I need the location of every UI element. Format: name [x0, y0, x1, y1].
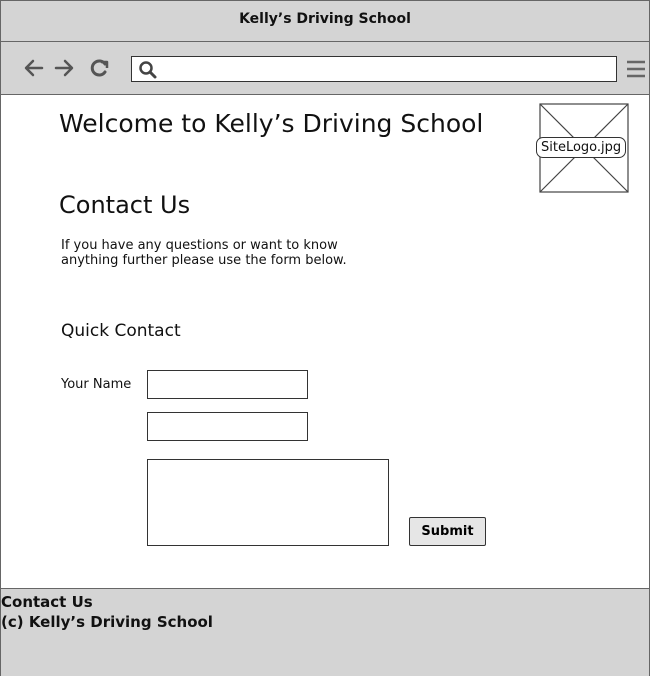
back-arrow-icon[interactable]: [23, 56, 45, 80]
page-content: Welcome to Kelly’s Driving School SiteLo…: [1, 95, 649, 587]
footer-copyright: (c) Kelly’s Driving School: [1, 613, 213, 631]
intro-line-2: anything further please use the form bel…: [61, 253, 347, 268]
browser-window: Kelly’s Driving School Welcome to Kelly’…: [0, 0, 650, 676]
contact-title: Contact Us: [59, 191, 191, 219]
page-footer: Contact Us (c) Kelly’s Driving School: [1, 588, 649, 676]
window-titlebar: Kelly’s Driving School: [1, 1, 649, 42]
submit-button[interactable]: Submit: [409, 517, 486, 546]
quick-contact-title: Quick Contact: [61, 321, 181, 341]
window-title: Kelly’s Driving School: [239, 11, 411, 27]
menu-icon[interactable]: [625, 58, 647, 84]
page-heading: Welcome to Kelly’s Driving School: [59, 109, 484, 138]
footer-contact-link[interactable]: Contact Us: [1, 592, 649, 612]
forward-arrow-icon[interactable]: [53, 56, 75, 80]
reload-icon[interactable]: [89, 56, 111, 80]
intro-line-1: If you have any questions or want to kno…: [61, 238, 338, 253]
browser-toolbar: [1, 42, 649, 95]
name-input[interactable]: [147, 370, 308, 399]
second-input[interactable]: [147, 412, 308, 441]
name-label: Your Name: [61, 377, 132, 392]
intro-text: If you have any questions or want to kno…: [61, 238, 381, 268]
search-icon: [139, 61, 157, 79]
address-bar[interactable]: [131, 56, 617, 82]
message-textarea[interactable]: [147, 459, 389, 546]
logo-label: SiteLogo.jpg: [536, 137, 627, 158]
